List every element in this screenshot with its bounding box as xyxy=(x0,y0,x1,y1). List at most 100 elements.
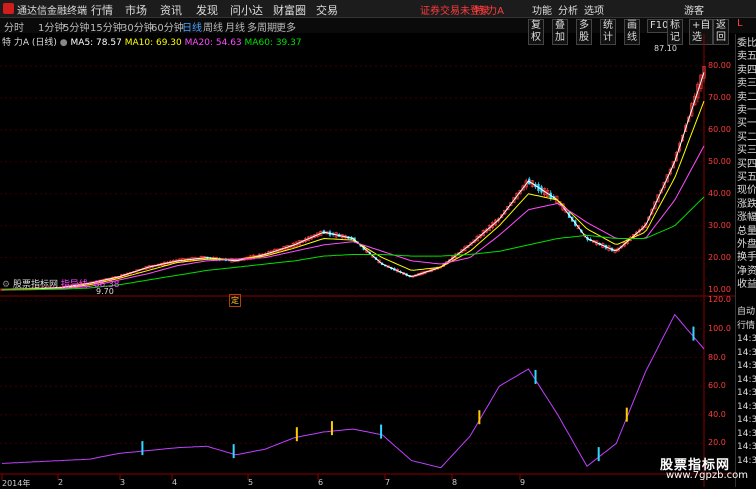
side-top-label: L xyxy=(737,18,743,29)
current-stock: 特 力A xyxy=(474,6,505,17)
period-weekly[interactable]: 周线 xyxy=(203,19,223,34)
menu-analysis[interactable]: 分析 xyxy=(558,2,578,17)
menu-ask[interactable]: 问小达 xyxy=(230,2,263,18)
time-tick-label: 7 xyxy=(385,478,391,487)
signal-bar xyxy=(232,444,235,459)
price-high-label: 87.10 xyxy=(654,44,677,53)
time-tick-label: 2 xyxy=(58,478,64,487)
side-field-label: 买一 xyxy=(737,118,756,130)
time-tick-label: 9 xyxy=(520,478,526,487)
side-field-label: 涨幅 xyxy=(737,212,756,224)
tick-time[interactable]: 行情 xyxy=(737,320,755,332)
watermark: 股票指标网 www.7gpzb.com xyxy=(660,454,750,484)
period-toolbar: 分时 1分钟 5分钟 15分钟 30分钟 60分钟 日线 周线 月线 多周期 更… xyxy=(0,18,756,34)
app-logo-icon xyxy=(3,3,14,14)
menu-options[interactable]: 选项 xyxy=(584,2,604,17)
price-tick-label: 30.00 xyxy=(708,220,731,230)
time-tick-label: 8 xyxy=(452,478,458,487)
menu-news[interactable]: 资讯 xyxy=(160,2,182,18)
price-tick-label: 40.00 xyxy=(708,188,731,198)
side-field-label: 涨跌 xyxy=(737,198,756,210)
tick-time: 14:35 xyxy=(737,388,756,398)
time-tick-label: 4 xyxy=(172,478,178,487)
signal-bar xyxy=(295,427,298,442)
tick-time: 14:35 xyxy=(737,428,756,439)
quote-side-panel: L 委比 卖五 卖四 卖三 卖二 卖一 买一 买二 买三 买四 买五 现价 涨跌 涨幅 总量 外盘 换手 净资 收益… xyxy=(735,18,756,487)
price-tick-label: 20.00 xyxy=(708,252,731,262)
tick-time: 14:35 xyxy=(737,374,756,385)
period-intraday[interactable]: 分时 xyxy=(4,19,24,34)
ma-lines xyxy=(1,72,705,291)
tick-time: 14:35 xyxy=(737,361,756,371)
tick-time: 14:35 xyxy=(737,401,756,412)
menu-market[interactable]: 行情 xyxy=(91,2,113,18)
time-tick-label: 3 xyxy=(120,478,126,487)
menu-wealth[interactable]: 财富圈 xyxy=(273,2,306,18)
side-field-label: 现价 xyxy=(737,185,756,197)
period-15min[interactable]: 15分钟 xyxy=(90,19,123,34)
price-tick-label: 60.00 xyxy=(708,124,731,134)
indicator-line-label: 指导线: xyxy=(60,280,91,290)
side-field-label: 总量 xyxy=(737,225,756,237)
indicator-settings-icon[interactable]: ⚙ xyxy=(2,280,10,290)
side-field-label: 买五 xyxy=(737,172,756,183)
price-tick-label: 10.00 xyxy=(708,284,731,294)
menu-discover[interactable]: 发现 xyxy=(196,2,218,18)
event-marker[interactable]: 定 xyxy=(229,294,241,307)
period-1min[interactable]: 1分钟 xyxy=(38,19,64,34)
tick-time: 14:34 xyxy=(737,334,756,344)
menu-trade[interactable]: 交易 xyxy=(316,2,338,18)
time-tick-label: 2014年 xyxy=(2,479,31,488)
tick-time: 14:35 xyxy=(737,442,756,452)
price-tick-label: 50.00 xyxy=(708,156,731,166)
guide-line xyxy=(1,313,705,469)
indicator-tick-label: 80.0 xyxy=(708,352,726,362)
price-tick-label: 80.00 xyxy=(708,60,731,70)
side-field-label: 卖三 xyxy=(737,78,756,90)
signal-bar xyxy=(625,407,628,422)
indicator-signals xyxy=(141,326,695,462)
menu-guest[interactable]: 游客 xyxy=(684,2,704,17)
side-field-label: 卖一 xyxy=(737,105,756,116)
signal-bar xyxy=(141,441,144,456)
side-field-label: 换手 xyxy=(737,252,756,264)
side-field-label: 买三 xyxy=(737,145,756,157)
price-chart[interactable] xyxy=(0,34,735,487)
period-daily[interactable]: 日线 xyxy=(182,19,202,34)
candlesticks xyxy=(0,66,706,291)
watermark-url: www.7gpzb.com xyxy=(666,470,748,481)
indicator-tick-label: 40.0 xyxy=(708,409,726,419)
ma-line-ma20 xyxy=(2,145,705,291)
period-5min[interactable]: 5分钟 xyxy=(63,19,89,34)
indicator-value: 86.38 xyxy=(93,280,120,290)
ma-line-ma5 xyxy=(1,72,705,291)
indicator-legend: ⚙ 股票指标网 指导线: 86.38 xyxy=(2,277,120,290)
side-field-label: 买四 xyxy=(737,158,756,170)
signal-bar xyxy=(534,369,537,384)
auto-button[interactable]: 自动 xyxy=(737,306,755,318)
signal-bar xyxy=(330,421,333,436)
side-field-label: 外盘 xyxy=(737,239,756,250)
period-60min[interactable]: 60分钟 xyxy=(151,19,184,34)
side-field-label: 卖五 xyxy=(737,51,756,63)
time-tick-label: 6 xyxy=(318,478,324,487)
period-monthly[interactable]: 月线 xyxy=(225,19,245,34)
price-tick-label: 70.00 xyxy=(708,92,731,102)
indicator-tick-label: 60.0 xyxy=(708,381,726,391)
app-name: 通达信金融终端 xyxy=(17,6,87,17)
indicator-line xyxy=(1,313,705,469)
menu-exchange[interactable]: 市场 xyxy=(125,2,147,18)
menu-bar: 通达信金融终端 行情 市场 资讯 发现 问小达 财富圈 交易 证券交易未登录 特… xyxy=(0,0,756,18)
menu-function[interactable]: 功能 xyxy=(532,2,552,17)
period-multi[interactable]: 多周期 xyxy=(247,19,277,34)
side-field-label: 买二 xyxy=(737,131,756,143)
period-30min[interactable]: 30分钟 xyxy=(121,19,154,34)
time-tick-label: 5 xyxy=(248,478,254,487)
indicator-tick-label: 120.0 xyxy=(708,295,731,305)
signal-bar xyxy=(597,447,600,462)
period-more[interactable]: 更多 xyxy=(276,19,296,34)
indicator-tick-label: 100.0 xyxy=(708,323,731,333)
signal-bar xyxy=(380,424,383,439)
indicator-tick-label: 20.0 xyxy=(708,438,726,448)
signal-bar xyxy=(478,410,481,425)
